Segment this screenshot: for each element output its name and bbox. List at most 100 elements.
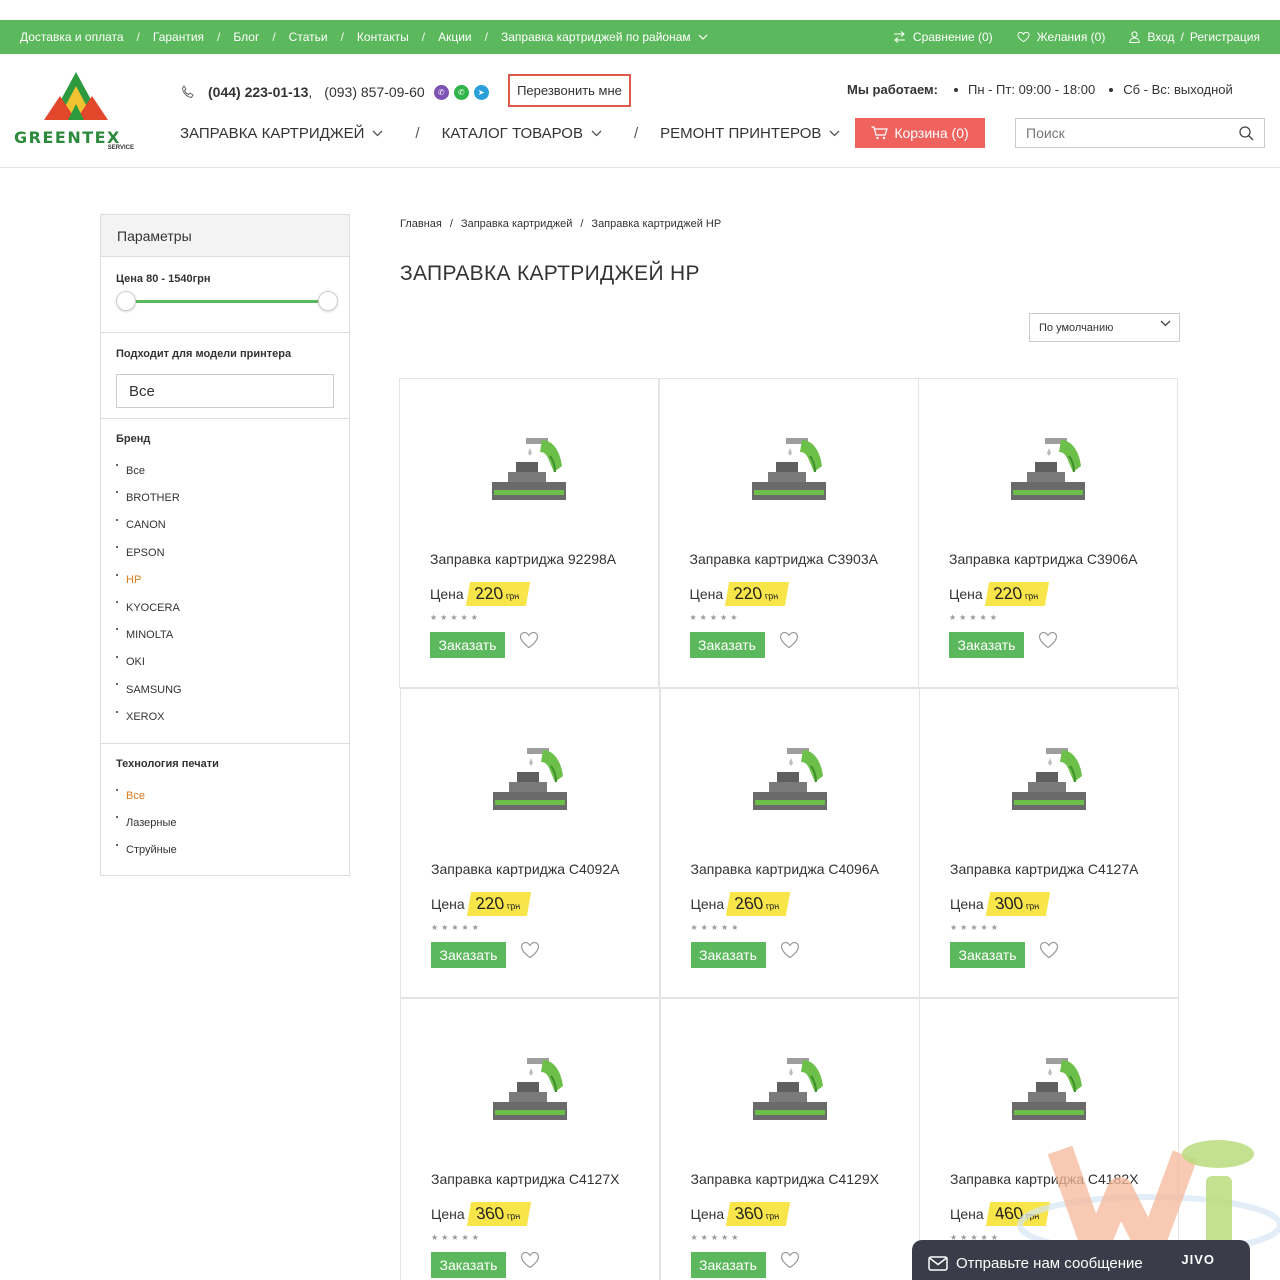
brand-option[interactable]: XEROX bbox=[116, 704, 182, 731]
wishlist-heart-icon[interactable] bbox=[1039, 941, 1059, 964]
product-name[interactable]: Заправка картриджа 92298A bbox=[430, 551, 616, 567]
model-select[interactable]: Все bbox=[116, 374, 334, 408]
price-tag: 220грн bbox=[984, 582, 1049, 606]
wishlist-heart-icon[interactable] bbox=[520, 1251, 540, 1274]
login-link[interactable]: Вход bbox=[1147, 30, 1174, 44]
brand-option[interactable]: Все bbox=[116, 457, 182, 484]
cartridge-refill-image[interactable] bbox=[750, 434, 830, 504]
wishlist-heart-icon[interactable] bbox=[779, 631, 799, 654]
nav-item-refill[interactable]: ЗАПРАВКА КАРТРИДЖЕЙ bbox=[180, 125, 383, 142]
brand-option[interactable]: MINOLTA bbox=[116, 621, 182, 648]
tech-option[interactable]: Все bbox=[116, 782, 177, 809]
product-name[interactable]: Заправка картриджа C3903A bbox=[690, 551, 878, 567]
brand-option[interactable]: EPSON bbox=[116, 539, 182, 566]
product-price: Цена 220грн bbox=[431, 891, 531, 917]
top-link[interactable]: Гарантия bbox=[153, 30, 204, 44]
cartridge-refill-image[interactable] bbox=[751, 1054, 831, 1124]
price-tag: 360грн bbox=[726, 1202, 790, 1226]
telegram-icon[interactable]: ➤ bbox=[473, 84, 489, 100]
viber-icon[interactable]: ✆ bbox=[433, 84, 449, 100]
callback-button[interactable]: Перезвонить мне bbox=[508, 74, 631, 107]
cartridge-refill-image[interactable] bbox=[1009, 434, 1089, 504]
product-name[interactable]: Заправка картриджа C4127A bbox=[950, 861, 1138, 877]
product-name[interactable]: Заправка картриджа C4092A bbox=[431, 861, 619, 877]
whatsapp-icon[interactable]: ✆ bbox=[453, 84, 469, 100]
mail-icon bbox=[928, 1255, 948, 1271]
brand-option[interactable]: CANON bbox=[116, 512, 182, 539]
register-link[interactable]: Регистрация bbox=[1190, 30, 1260, 44]
product-name[interactable]: Заправка картриджа C4129X bbox=[691, 1171, 879, 1187]
wishlist-heart-icon[interactable] bbox=[780, 941, 800, 964]
wishlist-heart-icon[interactable] bbox=[780, 1251, 800, 1274]
top-link[interactable]: Акции bbox=[438, 30, 472, 44]
chat-widget[interactable]: Отправьте нам сообщение JIVO bbox=[912, 1240, 1250, 1280]
search-input[interactable] bbox=[1016, 119, 1226, 147]
product-name[interactable]: Заправка картриджа C3906A bbox=[949, 551, 1137, 567]
top-link[interactable]: Заправка картриджей по районам bbox=[501, 30, 691, 44]
order-button[interactable]: Заказать bbox=[430, 632, 505, 658]
brand-option[interactable]: OKI bbox=[116, 649, 182, 676]
top-link[interactable]: Блог bbox=[233, 30, 259, 44]
order-button[interactable]: Заказать bbox=[689, 632, 765, 658]
product-name[interactable]: Заправка картриджа C4127X bbox=[431, 1171, 619, 1187]
order-button[interactable]: Заказать bbox=[431, 1252, 506, 1278]
top-link[interactable]: Статьи bbox=[289, 30, 328, 44]
tech-option[interactable]: Струйные bbox=[116, 837, 177, 864]
sort-select[interactable]: По умолчанию bbox=[1029, 313, 1180, 342]
price-min-handle[interactable] bbox=[116, 291, 136, 311]
account-links: Вход / Регистрация bbox=[1129, 30, 1260, 44]
cartridge-refill-image[interactable] bbox=[1010, 1054, 1090, 1124]
order-button[interactable]: Заказать bbox=[950, 942, 1025, 968]
product-card[interactable]: Заправка картриджа C4092A Цена 220грн ★★★★★… bbox=[400, 688, 660, 998]
product-card[interactable]: Заправка картриджа C4127X Цена 360грн ★★★★★… bbox=[400, 998, 660, 1280]
product-card[interactable]: Заправка картриджа C3906A Цена 220грн ★★★★★… bbox=[918, 378, 1178, 688]
order-button[interactable]: Заказать bbox=[690, 1252, 766, 1278]
chevron-down-icon bbox=[698, 34, 708, 40]
product-card[interactable]: Заправка картриджа C3903A Цена 220грн ★★★★★… bbox=[658, 378, 919, 688]
cart-button[interactable]: Корзина (0) bbox=[855, 118, 985, 148]
cartridge-refill-image[interactable] bbox=[491, 744, 571, 814]
wishlist-heart-icon[interactable] bbox=[519, 631, 539, 654]
rating-stars-icon: ★★★★★ bbox=[430, 613, 481, 622]
brand-option[interactable]: SAMSUNG bbox=[116, 676, 182, 703]
cart-icon bbox=[871, 126, 889, 140]
chevron-down-icon bbox=[1160, 320, 1171, 327]
search-icon[interactable] bbox=[1239, 126, 1254, 141]
product-card[interactable]: Заправка картриджа C4096A Цена 260грн ★★★★★… bbox=[659, 688, 920, 998]
breadcrumb-home[interactable]: Главная bbox=[400, 218, 442, 230]
product-card[interactable]: Заправка картриджа C4127A Цена 300грн ★★★★★… bbox=[919, 688, 1179, 998]
order-button[interactable]: Заказать bbox=[431, 942, 506, 968]
phone-secondary[interactable]: (093) 857-09-60 bbox=[324, 84, 424, 100]
product-name[interactable]: Заправка картриджа C4096A bbox=[691, 861, 879, 877]
price-range-track[interactable] bbox=[127, 300, 327, 303]
compare-link[interactable]: Сравнение (0) bbox=[893, 30, 993, 44]
working-hours: Мы работаем: Пн - Пт: 09:00 - 18:00 Сб -… bbox=[847, 82, 1233, 97]
order-button[interactable]: Заказать bbox=[949, 632, 1024, 658]
tech-option[interactable]: Лазерные bbox=[116, 809, 177, 836]
wishlist-link[interactable]: Желания (0) bbox=[1017, 30, 1105, 44]
order-button[interactable]: Заказать bbox=[690, 942, 766, 968]
page-title: ЗАПРАВКА КАРТРИДЖЕЙ HP bbox=[400, 262, 700, 285]
cartridge-refill-image[interactable] bbox=[490, 434, 570, 504]
compare-icon bbox=[893, 31, 905, 43]
brand-option[interactable]: HP bbox=[116, 567, 182, 594]
nav-item-catalog[interactable]: КАТАЛОГ ТОВАРОВ bbox=[442, 125, 602, 142]
nav-item-repair[interactable]: РЕМОНТ ПРИНТЕРОВ bbox=[660, 125, 840, 142]
cartridge-refill-image[interactable] bbox=[1010, 744, 1090, 814]
product-card[interactable]: Заправка картриджа C4129X Цена 360грн ★★★★★… bbox=[659, 998, 920, 1280]
wishlist-heart-icon[interactable] bbox=[520, 941, 540, 964]
logo[interactable]: GREENTEX SERVICE bbox=[14, 72, 138, 152]
brand-filter: Бренд Все BROTHER CANON EPSON HP KYOCERA MINOL… bbox=[101, 419, 349, 744]
cartridge-refill-image[interactable] bbox=[751, 744, 831, 814]
brand-option[interactable]: KYOCERA bbox=[116, 594, 182, 621]
price-max-handle[interactable] bbox=[318, 291, 338, 311]
top-link[interactable]: Доставка и оплата bbox=[20, 30, 124, 44]
phone-icon bbox=[181, 85, 194, 99]
breadcrumb-refill[interactable]: Заправка картриджей bbox=[461, 218, 572, 230]
brand-option[interactable]: BROTHER bbox=[116, 484, 182, 511]
cartridge-refill-image[interactable] bbox=[491, 1054, 571, 1124]
phone-primary[interactable]: (044) 223-01-13 bbox=[208, 84, 308, 100]
top-link[interactable]: Контакты bbox=[357, 30, 409, 44]
product-card[interactable]: Заправка картриджа 92298A Цена 220грн ★★★★★… bbox=[399, 378, 659, 688]
wishlist-heart-icon[interactable] bbox=[1038, 631, 1058, 654]
